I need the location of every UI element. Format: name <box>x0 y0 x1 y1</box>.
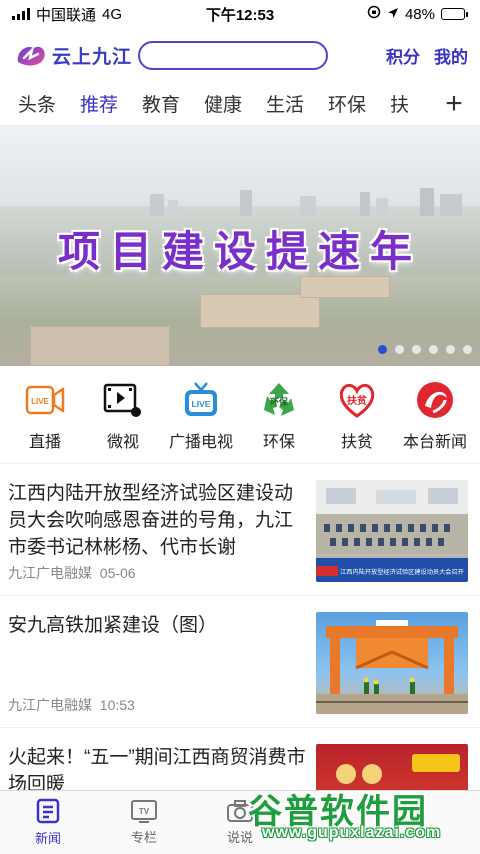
quick-link-label: 微视 <box>106 434 139 451</box>
banner-building <box>300 276 390 298</box>
live-camera-icon: LIVE <box>25 380 65 420</box>
tv-live-icon: LIVE <box>181 380 221 420</box>
watermark: 谷普软件园 www.gupuxlazai.com <box>248 784 474 848</box>
banner-building <box>200 294 320 328</box>
carousel-dot[interactable] <box>446 345 455 354</box>
news-item[interactable]: 江西内陆开放型经济试验区建设动员大会吹响感恩奋进的号角，九江市委书记林彬杨、代市… <box>0 464 480 596</box>
search-input[interactable] <box>150 42 331 68</box>
nav-label: 新闻 <box>34 831 61 846</box>
status-time: 下午12:53 <box>205 6 275 24</box>
banner-carousel[interactable]: 项目建设提速年 <box>0 126 480 366</box>
news-title: 安九高铁加紧建设（图） <box>8 615 218 636</box>
logo-text: 云上九江 <box>52 46 133 68</box>
news-meta: 九江广电融媒 10:53 <box>8 695 306 727</box>
quick-link-label: 直播 <box>28 434 61 451</box>
carousel-dot[interactable] <box>429 345 438 354</box>
watermark-url: www.gupuxlazai.com <box>262 824 442 841</box>
quick-link-label: 扶贫 <box>340 434 373 451</box>
video-film-icon <box>103 380 143 420</box>
top-bar: 云上九江 积分 我的 <box>0 28 480 82</box>
svg-text:LIVE: LIVE <box>192 399 211 409</box>
recycle-icon: 环保 <box>259 380 299 420</box>
news-title: 江西内陆开放型经济试验区建设动员大会吹响感恩奋进的号角，九江市委书记林彬杨、代市… <box>8 483 294 558</box>
tab-item[interactable]: 环保 <box>328 90 390 117</box>
news-time: 05-06 <box>99 565 136 581</box>
news-source: 九江广电融媒 <box>8 565 92 581</box>
carrier-label: 中国联通 <box>36 6 97 24</box>
quick-link-station-news[interactable]: 本台新闻 <box>396 380 474 463</box>
banner-headline: 项目建设提速年 <box>57 228 422 275</box>
news-meta: 九江广电融媒 05-06 <box>8 563 306 595</box>
signal-icon <box>12 8 30 20</box>
tv-icon: TV <box>131 800 157 823</box>
quick-link-microvideo[interactable]: 微视 <box>84 380 162 463</box>
quick-link-poverty[interactable]: 扶贫 扶贫 <box>318 380 396 463</box>
tab-item[interactable]: 头条 <box>18 90 80 117</box>
location-icon <box>387 6 399 23</box>
mine-link[interactable]: 我的 <box>434 43 468 68</box>
category-tabs: 头条 推荐 教育 健康 生活 环保扶 + <box>0 82 480 126</box>
banner-building <box>30 326 170 366</box>
network-label: 4G <box>102 5 123 23</box>
battery-percent: 48% <box>404 5 435 23</box>
plus-icon[interactable]: + <box>428 82 480 125</box>
quick-link-broadcast-tv[interactable]: LIVE 广播电视 <box>162 380 240 463</box>
poverty-heart-icon: 扶贫 <box>337 380 377 420</box>
tab-item[interactable]: 教育 <box>142 90 204 117</box>
svg-text:LIVE: LIVE <box>31 397 49 406</box>
nav-column[interactable]: TV 专栏 <box>96 791 192 854</box>
points-link[interactable]: 积分 <box>386 43 420 68</box>
quick-link-label: 广播电视 <box>168 434 233 451</box>
carousel-dot[interactable] <box>412 345 421 354</box>
station-logo-icon <box>415 380 455 420</box>
svg-text:TV: TV <box>139 807 150 816</box>
svg-text:环保: 环保 <box>270 396 289 408</box>
carousel-dot[interactable] <box>395 345 404 354</box>
meeting-hall-illustration: 江西内陆开放型经济试验区建设动员大会召开 <box>316 480 468 582</box>
status-bar: 中国联通 4G 下午12:53 48% <box>0 0 480 28</box>
carousel-dot[interactable] <box>378 345 387 354</box>
banner-skyline <box>150 188 462 216</box>
carousel-pager <box>378 345 472 354</box>
tab-item[interactable]: 生活 <box>266 90 328 117</box>
news-thumbnail: 江西内陆开放型经济试验区建设动员大会召开 <box>316 480 468 582</box>
railway-gantry-illustration <box>316 620 468 714</box>
battery-icon <box>441 8 468 20</box>
nav-label: 专栏 <box>130 830 157 845</box>
quick-link-live[interactable]: LIVE 直播 <box>6 380 84 463</box>
quick-link-environment[interactable]: 环保 环保 <box>240 380 318 463</box>
news-doc-icon <box>36 798 60 824</box>
news-time: 10:53 <box>99 697 135 713</box>
app-logo[interactable]: 云上九江 <box>14 40 132 70</box>
rotation-lock-icon <box>367 5 381 23</box>
svg-text:江西内陆开放型经济试验区建设动员大会召开: 江西内陆开放型经济试验区建设动员大会召开 <box>340 568 464 576</box>
tab-item[interactable]: 健康 <box>204 90 266 117</box>
nav-news[interactable]: 新闻 <box>0 791 96 854</box>
quick-links: LIVE 直播 微视 LIVE 广播电视 环保 环保 扶贫 扶贫 本台新闻 <box>0 366 480 464</box>
carousel-dot[interactable] <box>463 345 472 354</box>
news-thumbnail <box>316 612 468 714</box>
svg-text:扶贫: 扶贫 <box>347 394 368 407</box>
news-source: 九江广电融媒 <box>8 697 92 713</box>
logo-icon <box>17 45 45 66</box>
search-bar[interactable] <box>138 40 331 70</box>
quick-link-label: 本台新闻 <box>402 434 467 451</box>
news-item[interactable]: 安九高铁加紧建设（图） 九江广电融媒 10:53 <box>0 596 480 728</box>
tab-item[interactable]: 推荐 <box>80 90 142 117</box>
quick-link-label: 环保 <box>262 434 295 451</box>
